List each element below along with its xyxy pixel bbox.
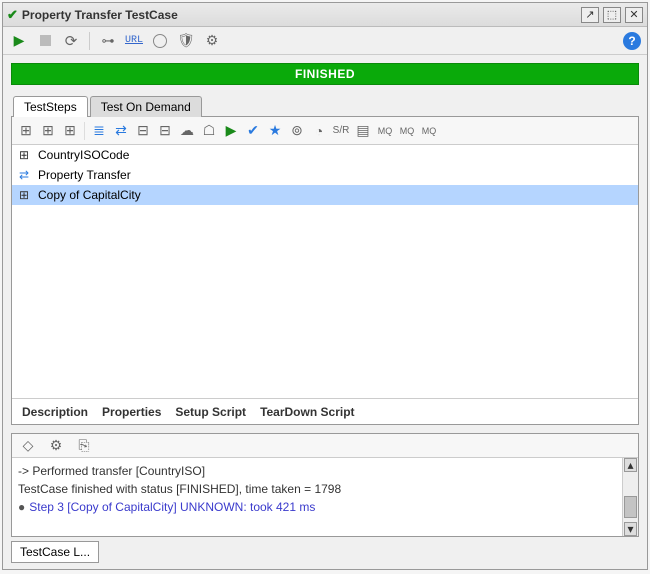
toolbar-separator bbox=[84, 122, 85, 140]
log-scrollbar[interactable]: ▴ ▾ bbox=[622, 458, 638, 536]
amf-request-icon[interactable]: ▤ bbox=[353, 121, 373, 141]
delay-icon[interactable]: ⊚ bbox=[287, 121, 307, 141]
properties-step-icon[interactable]: ≣ bbox=[89, 121, 109, 141]
status-wrap: FINISHED bbox=[3, 55, 647, 93]
mq-step-alt2-icon[interactable]: MQ bbox=[419, 121, 439, 141]
soap-request-icon[interactable]: ⊞ bbox=[16, 121, 36, 141]
subtab-description[interactable]: Description bbox=[22, 405, 88, 419]
jdbc-request-icon[interactable]: ☁ bbox=[177, 121, 197, 141]
maximize-button[interactable]: ⬚ bbox=[603, 7, 621, 23]
step-label: Copy of CapitalCity bbox=[38, 188, 141, 202]
scroll-down-icon[interactable]: ▾ bbox=[624, 522, 637, 536]
data-source-icon[interactable]: ⊟ bbox=[133, 121, 153, 141]
scroll-thumb[interactable] bbox=[624, 496, 637, 518]
subtab-setup-script[interactable]: Setup Script bbox=[175, 405, 246, 419]
conditional-goto-icon[interactable]: ☖ bbox=[199, 121, 219, 141]
step-row[interactable]: CountryISOCode bbox=[12, 145, 638, 165]
groovy-script-icon[interactable]: ✔ bbox=[243, 121, 263, 141]
log-line: -> Performed transfer [CountryISO] bbox=[18, 462, 632, 480]
tab-test-on-demand[interactable]: Test On Demand bbox=[90, 96, 202, 117]
mq-step-icon[interactable]: MQ bbox=[375, 121, 395, 141]
bullet-icon: ● bbox=[18, 500, 25, 514]
rest-request-icon[interactable]: ⊞ bbox=[38, 121, 58, 141]
transfer-step-icon bbox=[16, 168, 32, 182]
status-bar: FINISHED bbox=[11, 63, 639, 85]
detach-button[interactable]: ↗ bbox=[581, 7, 599, 23]
main-toolbar: ▶ ⟳ ⊶ URL 🛡 ⚙ ? bbox=[3, 27, 647, 55]
teststeps-pane: ⊞ ⊞ ⊞ ≣ ⇄ ⊟ ⊟ ☁ ☖ ▶ ✔ ★ ⊚ ◔ S/R ▤ MQ MQ … bbox=[11, 116, 639, 425]
testcase-window: ✔ Property Transfer TestCase ↗ ⬚ ✕ ▶ ⟳ ⊶… bbox=[2, 2, 648, 570]
step-row[interactable]: Copy of CapitalCity bbox=[12, 185, 638, 205]
credentials-button[interactable]: ⊶ bbox=[98, 31, 118, 51]
soap-step-icon bbox=[16, 188, 32, 202]
status-check-icon: ✔ bbox=[7, 7, 18, 23]
data-sink-icon[interactable]: ⊟ bbox=[155, 121, 175, 141]
scroll-up-icon[interactable]: ▴ bbox=[624, 458, 637, 472]
content-area: TestSteps Test On Demand ⊞ ⊞ ⊞ ≣ ⇄ ⊟ ⊟ ☁… bbox=[11, 95, 639, 425]
stop-button[interactable] bbox=[35, 31, 55, 51]
log-line[interactable]: ● Step 3 [Copy of CapitalCity] UNKNOWN: t… bbox=[18, 498, 632, 516]
toolbar-separator bbox=[89, 32, 90, 50]
step-label: Property Transfer bbox=[38, 168, 131, 182]
help-button[interactable]: ? bbox=[623, 32, 641, 50]
tab-label: TestSteps bbox=[24, 100, 77, 114]
endpoint-button[interactable]: URL bbox=[124, 31, 144, 51]
log-pane: ◇ ⚙ ⎘ -> Performed transfer [CountryISO]… bbox=[11, 433, 639, 537]
http-request-icon[interactable]: ⊞ bbox=[60, 121, 80, 141]
log-line: TestCase finished with status [FINISHED]… bbox=[18, 480, 632, 498]
sub-tabs: Description Properties Setup Script Tear… bbox=[12, 398, 638, 424]
manual-step-icon[interactable]: S/R bbox=[331, 121, 351, 141]
log-toolbar: ◇ ⚙ ⎘ bbox=[12, 434, 638, 458]
log-text: Step 3 [Copy of CapitalCity] UNKNOWN: to… bbox=[29, 500, 315, 514]
testcase-log-tab[interactable]: TestCase L... bbox=[11, 541, 99, 563]
tab-teststeps[interactable]: TestSteps bbox=[13, 96, 88, 117]
log-body: -> Performed transfer [CountryISO] TestC… bbox=[12, 458, 638, 536]
export-log-icon[interactable]: ⎘ bbox=[74, 436, 94, 456]
log-options-icon[interactable]: ⚙ bbox=[46, 436, 66, 456]
subtab-teardown-script[interactable]: TearDown Script bbox=[260, 405, 354, 419]
coverage-button[interactable] bbox=[150, 31, 170, 51]
loop-button[interactable]: ⟳ bbox=[61, 31, 81, 51]
teststep-toolbar: ⊞ ⊞ ⊞ ≣ ⇄ ⊟ ⊟ ☁ ☖ ▶ ✔ ★ ⊚ ◔ S/R ▤ MQ MQ … bbox=[12, 117, 638, 145]
subtab-properties[interactable]: Properties bbox=[102, 405, 161, 419]
property-transfer-icon[interactable]: ⇄ bbox=[111, 121, 131, 141]
step-label: CountryISOCode bbox=[38, 148, 129, 162]
soap-step-icon bbox=[16, 148, 32, 162]
footer-tabs: TestCase L... bbox=[11, 541, 639, 563]
security-button[interactable]: 🛡 bbox=[176, 31, 196, 51]
tabs-row: TestSteps Test On Demand bbox=[11, 95, 639, 116]
clear-log-icon[interactable]: ◇ bbox=[18, 436, 38, 456]
run-button[interactable]: ▶ bbox=[9, 31, 29, 51]
titlebar: ✔ Property Transfer TestCase ↗ ⬚ ✕ bbox=[3, 3, 647, 27]
run-testcase-icon[interactable]: ▶ bbox=[221, 121, 241, 141]
options-button[interactable]: ⚙ bbox=[202, 31, 222, 51]
assertion-icon[interactable]: ★ bbox=[265, 121, 285, 141]
step-row[interactable]: Property Transfer bbox=[12, 165, 638, 185]
close-button[interactable]: ✕ bbox=[625, 7, 643, 23]
mq-step-alt-icon[interactable]: MQ bbox=[397, 121, 417, 141]
mock-response-icon[interactable]: ◔ bbox=[309, 121, 329, 141]
step-list: CountryISOCode Property Transfer Copy of… bbox=[12, 145, 638, 398]
window-title: Property Transfer TestCase bbox=[22, 8, 577, 22]
status-label: FINISHED bbox=[295, 67, 355, 81]
tab-label: Test On Demand bbox=[101, 100, 191, 114]
